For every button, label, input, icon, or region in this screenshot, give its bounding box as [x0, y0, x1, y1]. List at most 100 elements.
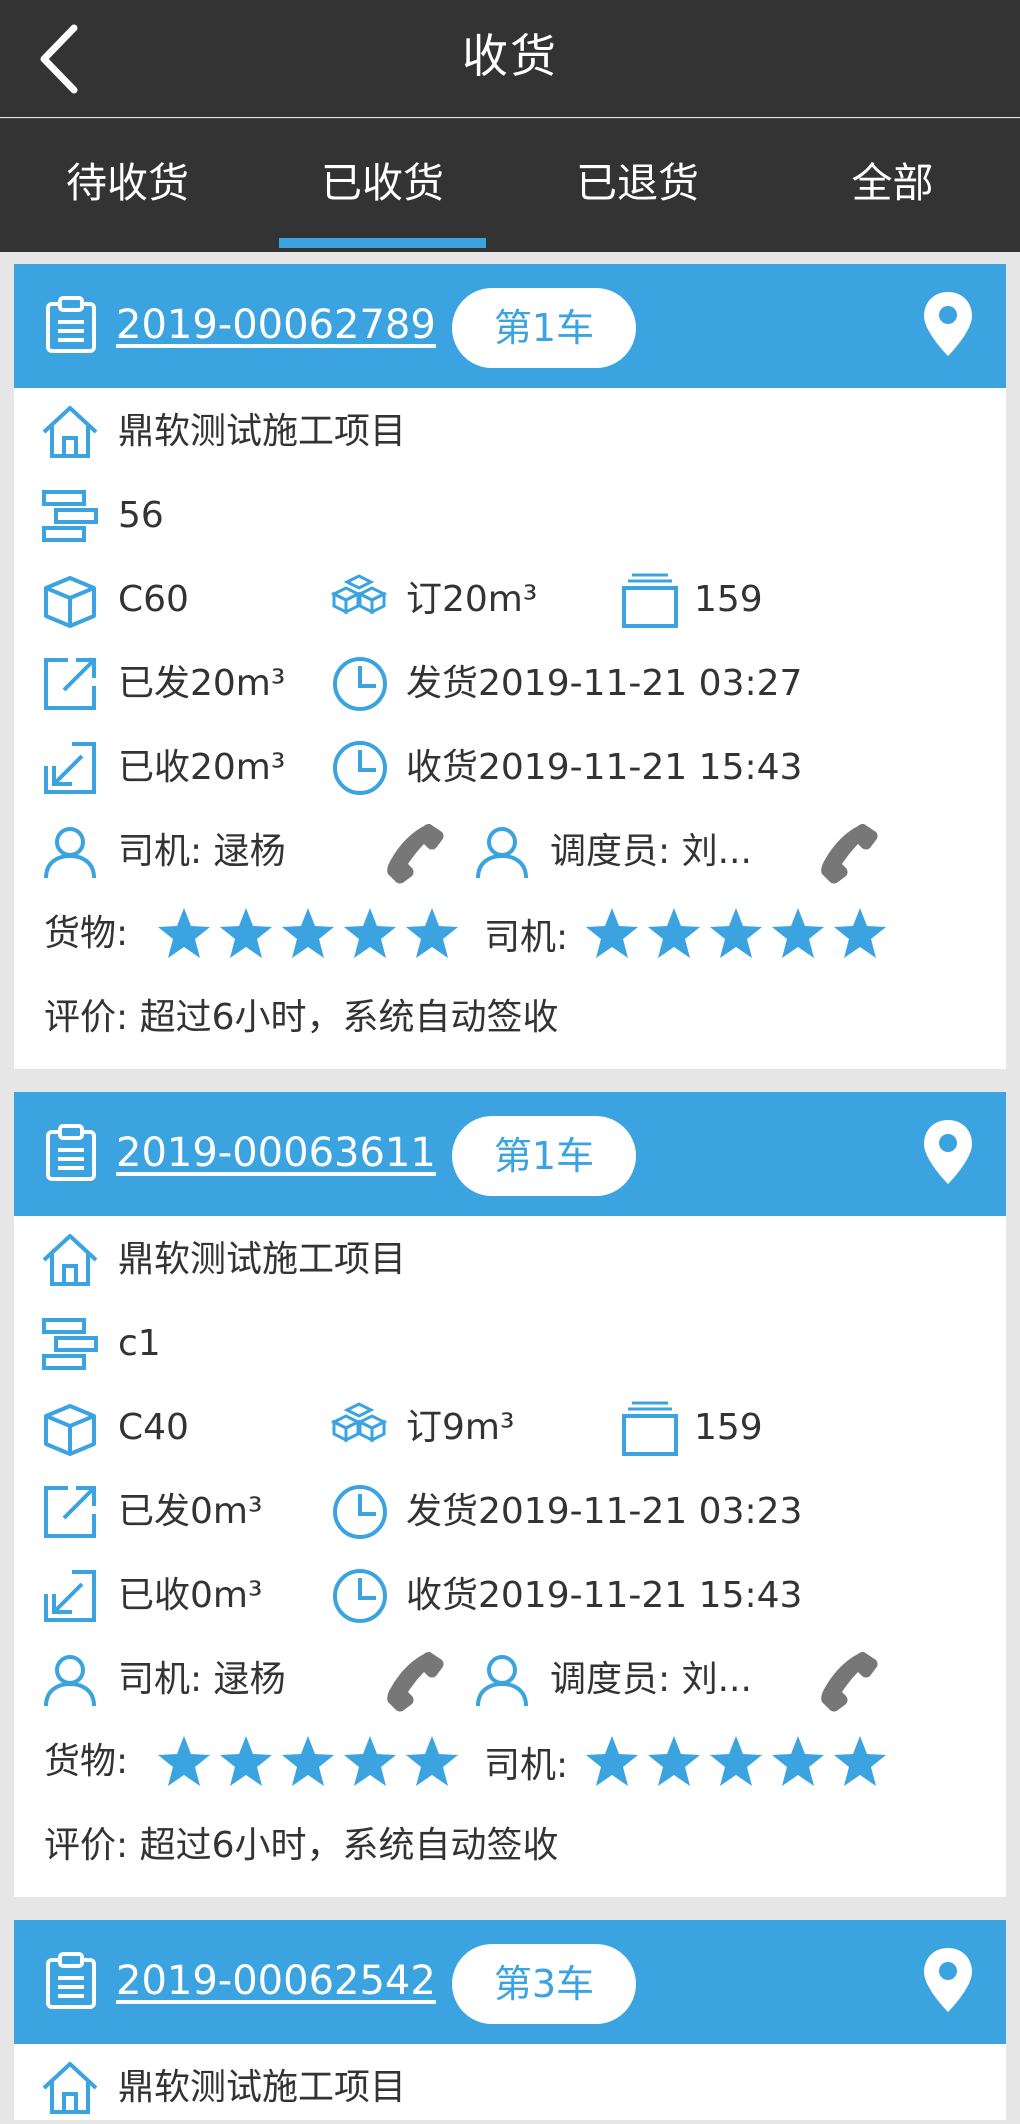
order-card[interactable]: 2019-00063611 第1车 鼎软测试施工项目 c1 C40 订9m³ 1…	[14, 1092, 1006, 1897]
order-number-link[interactable]: 2019-00062789	[116, 290, 436, 360]
stack-icon	[622, 573, 678, 628]
count-value: 159	[694, 1407, 763, 1448]
person-icon	[44, 827, 96, 879]
clock-icon	[333, 1485, 387, 1539]
order-card-header: 2019-00062789 第1车	[14, 264, 1006, 388]
concrete-grade: C60	[118, 579, 189, 620]
driver-rating-label: 司机:	[484, 917, 569, 958]
order-card[interactable]: 2019-00062542 第3车 鼎软测试施工项目	[14, 1920, 1006, 2120]
driver-name: 司机: 逯杨	[118, 831, 286, 872]
spec-row: C40 订9m³ 159	[14, 1394, 1006, 1464]
order-card[interactable]: 2019-00062789 第1车 鼎软测试施工项目 56 C60 订20m³ …	[14, 264, 1006, 1069]
boxes-icon	[330, 574, 388, 615]
send-out-icon	[44, 658, 96, 710]
goods-rating-label: 货物:	[44, 1741, 129, 1782]
truck-badge: 第3车	[452, 1944, 636, 2024]
phone-icon[interactable]	[818, 820, 882, 884]
person-icon	[476, 1655, 528, 1707]
cube-icon	[44, 576, 96, 628]
star-icon	[158, 908, 210, 958]
phone-icon[interactable]	[384, 820, 448, 884]
location-pin-icon[interactable]	[922, 1946, 974, 2014]
comment-row: 评价: 超过6小时，系统自动签收	[14, 1812, 1006, 1882]
rating-row: 货物: 司机:	[14, 902, 1006, 972]
home-icon	[42, 1234, 98, 1286]
send-out-icon	[44, 1486, 96, 1538]
star-icon	[772, 1736, 824, 1786]
driver-stars	[584, 1734, 888, 1798]
project-row: 鼎软测试施工项目	[14, 1226, 1006, 1296]
structure-icon	[42, 490, 98, 542]
star-icon	[220, 1736, 272, 1786]
tab-received-label: 已收货	[321, 159, 444, 207]
tab-bar: 待收货 已收货 已退货 全部	[0, 118, 1020, 252]
rating-row: 货物: 司机:	[14, 1730, 1006, 1800]
spec-row: C60 订20m³ 159	[14, 566, 1006, 636]
comment-row: 评价: 超过6小时，系统自动签收	[14, 984, 1006, 1054]
star-icon	[772, 908, 824, 958]
star-icon	[834, 1736, 886, 1786]
boxes-icon	[330, 1402, 388, 1443]
goods-stars	[156, 906, 460, 970]
stack-icon	[622, 1401, 678, 1456]
location-pin-icon[interactable]	[922, 1118, 974, 1186]
shipped-row: 已发20m³ 发货2019-11-21 03:27	[14, 650, 1006, 720]
clipboard-icon	[46, 1952, 96, 2009]
part-value: 56	[118, 495, 164, 536]
order-card-header: 2019-00062542 第3车	[14, 1920, 1006, 2044]
location-pin-icon[interactable]	[922, 290, 974, 358]
star-icon	[648, 908, 700, 958]
tab-pending[interactable]: 待收货	[0, 119, 255, 252]
tab-all[interactable]: 全部	[765, 119, 1020, 252]
order-number-link[interactable]: 2019-00063611	[116, 1118, 436, 1188]
driver-name: 司机: 逯杨	[118, 1659, 286, 1700]
star-icon	[586, 1736, 638, 1786]
home-icon	[42, 2062, 98, 2114]
page-title: 收货	[462, 29, 558, 83]
phone-icon[interactable]	[384, 1648, 448, 1712]
comment-text: 评价: 超过6小时，系统自动签收	[44, 1825, 559, 1866]
part-row: c1	[14, 1310, 1006, 1380]
truck-badge: 第1车	[452, 1116, 636, 1196]
truck-badge: 第1车	[452, 288, 636, 368]
star-icon	[710, 1736, 762, 1786]
received-volume: 已收0m³	[118, 1575, 263, 1616]
star-icon	[648, 1736, 700, 1786]
concrete-grade: C40	[118, 1407, 189, 1448]
shipped-row: 已发0m³ 发货2019-11-21 03:23	[14, 1478, 1006, 1548]
project-row: 鼎软测试施工项目	[14, 398, 1006, 468]
star-icon	[406, 1736, 458, 1786]
star-icon	[710, 908, 762, 958]
ship-time: 发货2019-11-21 03:27	[406, 663, 803, 704]
project-name: 鼎软测试施工项目	[118, 1239, 407, 1280]
project-row: 鼎软测试施工项目	[14, 2054, 1006, 2124]
top-bar: 收货	[0, 0, 1020, 117]
star-icon	[344, 908, 396, 958]
star-icon	[158, 1736, 210, 1786]
received-volume: 已收20m³	[118, 747, 286, 788]
part-row: 56	[14, 482, 1006, 552]
goods-stars	[156, 1734, 460, 1798]
contacts-row: 司机: 逯杨 调度员: 刘...	[14, 1646, 1006, 1716]
person-icon	[44, 1655, 96, 1707]
project-name: 鼎软测试施工项目	[118, 2067, 407, 2108]
clock-icon	[333, 657, 387, 711]
dispatcher-name: 调度员: 刘...	[550, 1659, 752, 1700]
tab-returned[interactable]: 已退货	[510, 119, 765, 252]
star-icon	[406, 908, 458, 958]
comment-text: 评价: 超过6小时，系统自动签收	[44, 997, 559, 1038]
back-arrow-icon[interactable]	[30, 22, 100, 96]
tab-received[interactable]: 已收货	[255, 119, 510, 252]
clipboard-icon	[46, 1124, 96, 1181]
phone-icon[interactable]	[818, 1648, 882, 1712]
shipped-volume: 已发0m³	[118, 1491, 263, 1532]
star-icon	[834, 908, 886, 958]
clock-icon	[333, 741, 387, 795]
star-icon	[586, 908, 638, 958]
cube-icon	[44, 1404, 96, 1456]
driver-stars	[584, 906, 888, 970]
driver-rating-label: 司机:	[484, 1745, 569, 1786]
star-icon	[282, 1736, 334, 1786]
order-number-link[interactable]: 2019-00062542	[116, 1946, 436, 2016]
order-card-header: 2019-00063611 第1车	[14, 1092, 1006, 1216]
